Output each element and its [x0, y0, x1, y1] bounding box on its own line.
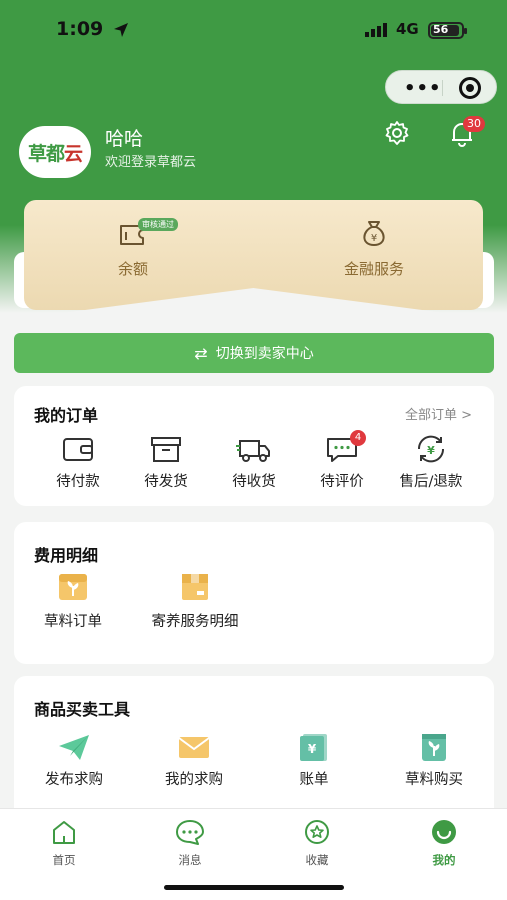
- expense-label: 草料订单: [44, 614, 102, 630]
- expense-foster-service[interactable]: 寄养服务明细: [136, 570, 254, 631]
- gear-icon[interactable]: [384, 120, 410, 146]
- tool-label: 账单: [299, 772, 329, 788]
- message-icon: [176, 820, 204, 845]
- order-pending-shipment[interactable]: 待发货: [126, 434, 206, 491]
- swap-icon: ⇄: [194, 343, 208, 363]
- tab-favorites[interactable]: 收藏: [272, 819, 362, 868]
- battery-icon: 56: [428, 22, 467, 39]
- tab-profile[interactable]: 我的: [399, 819, 489, 868]
- home-indicator: [164, 885, 344, 890]
- money-bag-icon: ¥: [363, 221, 385, 246]
- tool-label: 发布求购: [45, 772, 103, 788]
- logo-text-accent: 云: [64, 142, 83, 165]
- switch-button-label: 切换到卖家中心: [215, 346, 314, 362]
- user-name: 哈哈: [105, 128, 144, 150]
- tab-label: 消息: [178, 853, 202, 867]
- order-label: 待评价: [320, 474, 364, 490]
- miniprogram-capsule: •••: [385, 70, 497, 104]
- finance-service-item[interactable]: ¥ 金融服务: [299, 218, 449, 279]
- location-arrow-icon: [114, 23, 128, 37]
- tool-post-request[interactable]: 发布求购: [28, 732, 120, 789]
- order-pending-review[interactable]: 4 待评价: [302, 430, 382, 491]
- svg-text:¥: ¥: [427, 444, 435, 457]
- status-time: 1:09: [56, 18, 104, 40]
- status-bar: 1:09 4G 56: [0, 0, 507, 62]
- tool-label: 我的求购: [165, 772, 223, 788]
- switch-to-seller-button[interactable]: ⇄ 切换到卖家中心: [14, 333, 494, 373]
- svg-text:¥: ¥: [371, 233, 377, 244]
- tools-card: 商品买卖工具 发布求购 我的求购 ¥ 账单 草料购买: [14, 676, 494, 826]
- expense-forage-order[interactable]: 草料订单: [28, 570, 118, 631]
- order-label: 待发货: [144, 474, 188, 490]
- paper-plane-icon: [59, 735, 89, 760]
- tab-label: 我的: [432, 853, 456, 867]
- balance-item[interactable]: 余额: [58, 218, 208, 279]
- more-menu-button[interactable]: •••: [404, 78, 442, 99]
- balance-label: 余额: [117, 260, 148, 278]
- tab-home[interactable]: 首页: [19, 819, 109, 868]
- order-label: 售后/退款: [399, 474, 463, 490]
- expense-label: 寄养服务明细: [151, 614, 239, 630]
- logo-text: 草都: [27, 142, 65, 165]
- network-type: 4G: [396, 20, 419, 38]
- close-miniprogram-button[interactable]: [459, 77, 481, 99]
- orders-card: 我的订单 全部订单 > 待付款 待发货 待收货 4 待评价 ¥ 售后/退款: [14, 386, 494, 506]
- envelope-icon: [178, 737, 210, 758]
- tab-messages[interactable]: 消息: [145, 819, 235, 868]
- refund-icon: ¥: [417, 435, 445, 463]
- forage-order-icon: [59, 574, 87, 600]
- expenses-card: 费用明细 草料订单 寄养服务明细: [14, 522, 494, 664]
- order-label: 待付款: [56, 474, 100, 490]
- tool-bill[interactable]: ¥ 账单: [268, 732, 360, 789]
- review-badge: 4: [350, 430, 366, 446]
- svg-text:¥: ¥: [308, 742, 317, 756]
- orders-title: 我的订单: [34, 406, 99, 425]
- expenses-title: 费用明细: [34, 546, 99, 565]
- order-label: 待收货: [232, 474, 276, 490]
- tools-title: 商品买卖工具: [34, 700, 131, 719]
- signal-icon: [365, 23, 387, 37]
- truck-icon: [236, 440, 270, 462]
- avatar[interactable]: 草都云: [19, 126, 91, 178]
- tool-buy-forage[interactable]: 草料购买: [388, 732, 480, 789]
- notification-badge: 30: [463, 116, 485, 132]
- forage-bag-icon: [422, 734, 446, 761]
- welcome-text: 欢迎登录草都云: [105, 155, 197, 170]
- bill-icon: ¥: [300, 734, 327, 761]
- profile-icon: [432, 820, 456, 844]
- audit-passed-tag: 审核通过: [138, 218, 178, 231]
- all-orders-link[interactable]: 全部订单 >: [405, 404, 472, 423]
- order-pending-receipt[interactable]: 待收货: [214, 434, 294, 491]
- tab-label: 首页: [52, 853, 76, 867]
- tab-label: 收藏: [305, 853, 329, 867]
- box-icon: [151, 437, 181, 462]
- tool-my-requests[interactable]: 我的求购: [148, 732, 240, 789]
- star-icon: [305, 820, 329, 844]
- finance-service-label: 金融服务: [343, 260, 404, 278]
- order-after-sales[interactable]: ¥ 售后/退款: [388, 434, 474, 491]
- wallet-icon: [63, 438, 93, 461]
- tool-label: 草料购买: [405, 772, 463, 788]
- order-pending-payment[interactable]: 待付款: [38, 434, 118, 491]
- home-icon: [53, 821, 75, 844]
- battery-level: 56: [433, 23, 449, 36]
- foster-service-icon: [182, 574, 208, 600]
